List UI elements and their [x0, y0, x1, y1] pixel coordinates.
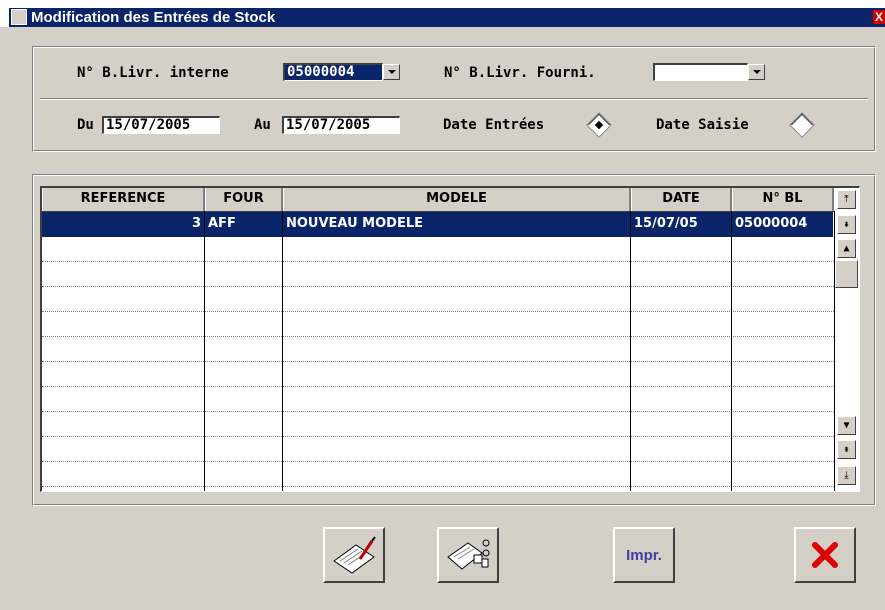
table-row[interactable]: [42, 312, 834, 337]
bl-fournisseur-field[interactable]: [653, 63, 748, 81]
column-header-reference[interactable]: REFERENCE: [42, 188, 205, 211]
title-bar: Modification des Entrées de Stock X: [0, 0, 885, 27]
scroll-page-up-icon[interactable]: ⇞: [837, 215, 856, 234]
table-header: REFERENCE FOUR MODELE DATE N° BL: [42, 188, 834, 212]
table-row[interactable]: 3 AFF NOUVEAU MODELE 15/07/05 05000004: [42, 212, 834, 237]
column-separator: [834, 211, 835, 491]
bl-fournisseur-dropdown-button[interactable]: [748, 64, 765, 80]
column-separator: [282, 211, 283, 491]
scroll-down-icon[interactable]: ▼: [837, 416, 856, 435]
scroll-top-icon[interactable]: ⤒: [837, 190, 856, 209]
document-search-icon: [447, 539, 490, 570]
app-icon: [11, 9, 27, 25]
cancel-button[interactable]: [794, 527, 856, 583]
scroll-page-down-icon[interactable]: ⇟: [837, 440, 856, 459]
table-row[interactable]: [42, 362, 834, 387]
column-header-bl[interactable]: N° BL: [732, 188, 834, 211]
red-x-icon: [812, 542, 838, 568]
table-row[interactable]: [42, 462, 834, 487]
table-row[interactable]: [42, 387, 834, 412]
table-row[interactable]: [42, 412, 834, 437]
cell-modele: NOUVEAU MODELE: [283, 212, 631, 237]
column-separator: [630, 211, 631, 491]
cell-reference: 3: [42, 212, 205, 237]
du-label: Du: [77, 117, 94, 133]
separator: [40, 98, 868, 100]
bl-interne-dropdown-button[interactable]: [383, 64, 400, 80]
table-row[interactable]: [42, 287, 834, 312]
window-title: Modification des Entrées de Stock: [31, 9, 276, 26]
cell-bl: 05000004: [732, 212, 834, 237]
column-header-four[interactable]: FOUR: [205, 188, 283, 211]
pen-document-icon: [333, 536, 376, 574]
stock-entries-table: REFERENCE FOUR MODELE DATE N° BL 3 AFF N…: [40, 186, 860, 492]
au-date-field[interactable]: 15/07/2005: [282, 116, 400, 134]
table-row[interactable]: [42, 262, 834, 287]
bl-fournisseur-label: N° B.Livr. Fourni.: [444, 65, 596, 81]
column-header-date[interactable]: DATE: [631, 188, 732, 211]
table-row[interactable]: [42, 237, 834, 262]
bl-interne-field[interactable]: 05000004: [283, 63, 383, 81]
table-row[interactable]: [42, 437, 834, 462]
edit-button[interactable]: [323, 527, 385, 583]
close-icon[interactable]: X: [873, 10, 885, 24]
column-separator: [731, 211, 732, 491]
print-label: Impr.: [626, 546, 662, 564]
window: Modification des Entrées de Stock X N° B…: [0, 0, 885, 610]
scroll-bottom-icon[interactable]: ⤓: [837, 466, 856, 485]
du-date-field[interactable]: 15/07/2005: [102, 116, 220, 134]
date-entrees-label: Date Entrées: [443, 117, 545, 133]
print-button[interactable]: Impr.: [613, 527, 675, 583]
column-separator: [204, 211, 205, 491]
au-label: Au: [254, 117, 271, 133]
table-row[interactable]: [42, 337, 834, 362]
scrollbar-thumb[interactable]: [835, 260, 858, 288]
column-header-modele[interactable]: MODELE: [283, 188, 631, 211]
bl-interne-label: N° B.Livr. interne: [77, 65, 229, 81]
query-button[interactable]: [437, 527, 499, 583]
date-saisie-label: Date Saisie: [656, 117, 749, 133]
cell-four: AFF: [205, 212, 283, 237]
cell-date: 15/07/05: [631, 212, 732, 237]
scroll-up-icon[interactable]: ▲: [837, 239, 856, 258]
